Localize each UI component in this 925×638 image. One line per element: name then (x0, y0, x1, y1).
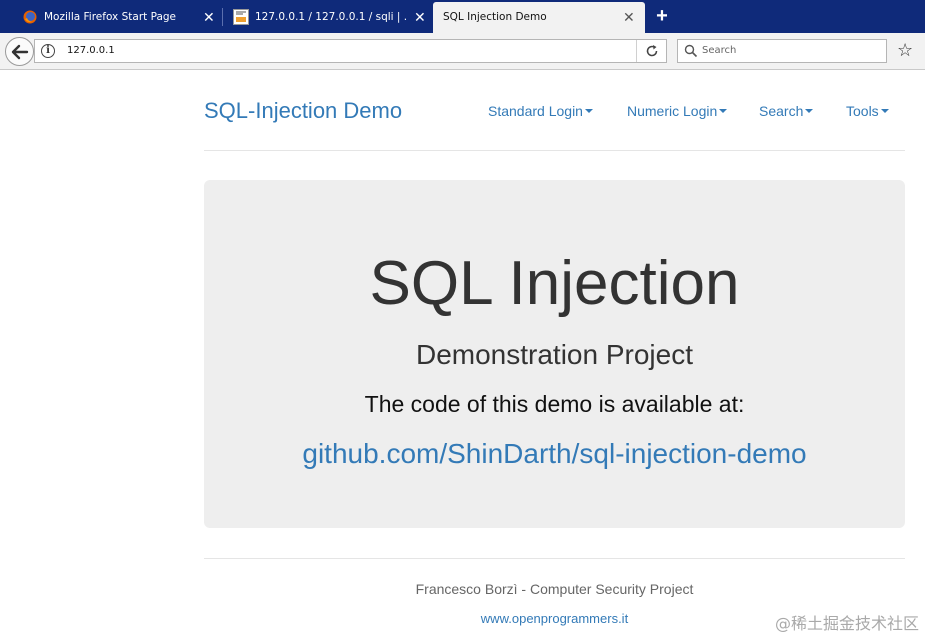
close-icon[interactable]: ✕ (203, 9, 215, 26)
caret-down-icon (719, 109, 728, 114)
firefox-icon (23, 10, 37, 29)
close-icon[interactable]: ✕ (414, 9, 426, 26)
url-bar[interactable]: i 127.0.0.1 (34, 39, 667, 63)
tab-phpmyadmin[interactable]: 127.0.0.1 / 127.0.0.1 / sqli | ... ✕ (223, 2, 433, 33)
info-icon[interactable]: i (41, 44, 55, 58)
new-tab-button[interactable]: + (651, 5, 673, 27)
reload-icon (646, 45, 657, 57)
nav-tools[interactable]: Tools (846, 103, 889, 119)
tab-firefox-start[interactable]: Mozilla Firefox Start Page ✕ (0, 2, 222, 33)
search-placeholder: Search (702, 45, 737, 56)
tab-title: Mozilla Firefox Start Page (44, 11, 177, 23)
close-icon[interactable]: ✕ (623, 9, 635, 26)
caret-down-icon (805, 109, 814, 114)
nav-numeric-login[interactable]: Numeric Login (627, 103, 728, 119)
tab-title: 127.0.0.1 / 127.0.0.1 / sqli | ... (255, 11, 407, 23)
search-bar[interactable]: Search (677, 39, 887, 63)
nav-standard-login[interactable]: Standard Login (488, 103, 593, 119)
jumbotron-text: The code of this demo is available at: (364, 391, 745, 417)
watermark: @稀土掘金技术社区 (774, 614, 919, 633)
search-icon (684, 44, 698, 58)
tab-bar: Mozilla Firefox Start Page ✕ 127.0.0.1 /… (0, 0, 925, 33)
bookmark-star-icon[interactable]: ☆ (897, 41, 913, 59)
nav-label: Search (759, 103, 804, 119)
back-button[interactable] (5, 37, 34, 66)
footer-credit: Francesco Borzì - Computer Security Proj… (415, 581, 694, 597)
site-brand[interactable]: SQL-Injection Demo (204, 98, 402, 124)
reload-button[interactable] (636, 40, 666, 62)
nav-label: Tools (846, 103, 879, 119)
phpmyadmin-icon (233, 9, 249, 30)
nav-label: Standard Login (488, 103, 583, 119)
url-text[interactable]: 127.0.0.1 (67, 45, 115, 56)
jumbotron: SQL Injection Demonstration Project The … (204, 180, 905, 528)
jumbotron-title: SQL Injection (369, 249, 740, 318)
github-link[interactable]: github.com/ShinDarth/sql-injection-demo (204, 437, 905, 471)
tab-title: SQL Injection Demo (443, 11, 547, 23)
nav-label: Numeric Login (627, 103, 718, 119)
back-arrow-icon (11, 44, 28, 59)
caret-down-icon (584, 109, 593, 114)
header-divider (204, 150, 905, 151)
jumbotron-subtitle: Demonstration Project (415, 339, 693, 370)
footer-divider (204, 558, 905, 559)
browser-toolbar: i 127.0.0.1 Search ☆ (0, 33, 925, 70)
tab-sql-injection-demo[interactable]: SQL Injection Demo ✕ (433, 2, 645, 33)
caret-down-icon (880, 109, 889, 114)
nav-search[interactable]: Search (759, 103, 814, 119)
